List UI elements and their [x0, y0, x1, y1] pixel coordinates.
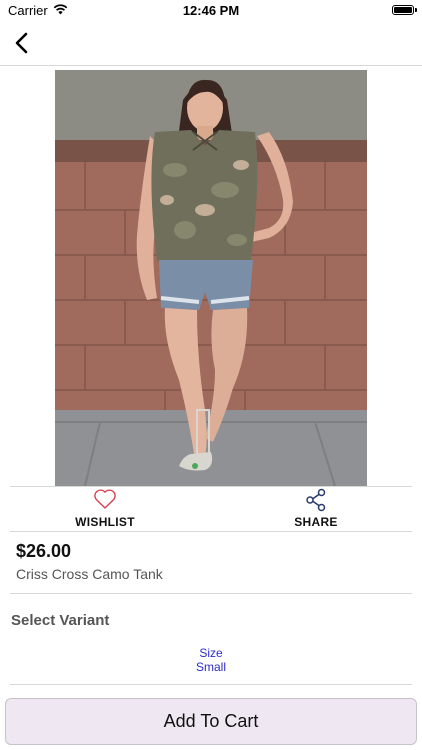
status-bar: Carrier 12:46 PM	[0, 0, 422, 22]
share-label: SHARE	[294, 515, 338, 529]
wishlist-button[interactable]: WISHLIST	[35, 487, 175, 531]
nav-bar	[0, 22, 422, 66]
divider	[10, 684, 412, 685]
variant-option-size[interactable]: Size Small	[0, 646, 422, 674]
add-to-cart-label: Add To Cart	[163, 711, 259, 731]
share-button[interactable]: SHARE	[246, 487, 386, 531]
product-name: Criss Cross Camo Tank	[16, 566, 163, 582]
product-image	[55, 70, 367, 486]
share-icon	[304, 488, 328, 512]
battery-icon	[392, 5, 414, 15]
variant-option-value: Small	[195, 660, 226, 674]
battery-level	[394, 7, 412, 13]
add-to-cart-button[interactable]: Add To Cart	[5, 698, 417, 745]
variant-option-name: Size	[199, 646, 223, 660]
divider	[10, 593, 412, 594]
status-time: 12:46 PM	[182, 3, 240, 18]
battery-nub	[415, 8, 417, 12]
heart-icon	[93, 488, 117, 512]
select-variant-heading: Select Variant	[11, 612, 110, 629]
product-price: $26.00	[16, 541, 72, 561]
action-row: WISHLIST SHARE	[10, 486, 412, 532]
chevron-left-icon	[15, 32, 28, 54]
back-button[interactable]	[4, 26, 38, 60]
wishlist-label: WISHLIST	[75, 515, 135, 529]
